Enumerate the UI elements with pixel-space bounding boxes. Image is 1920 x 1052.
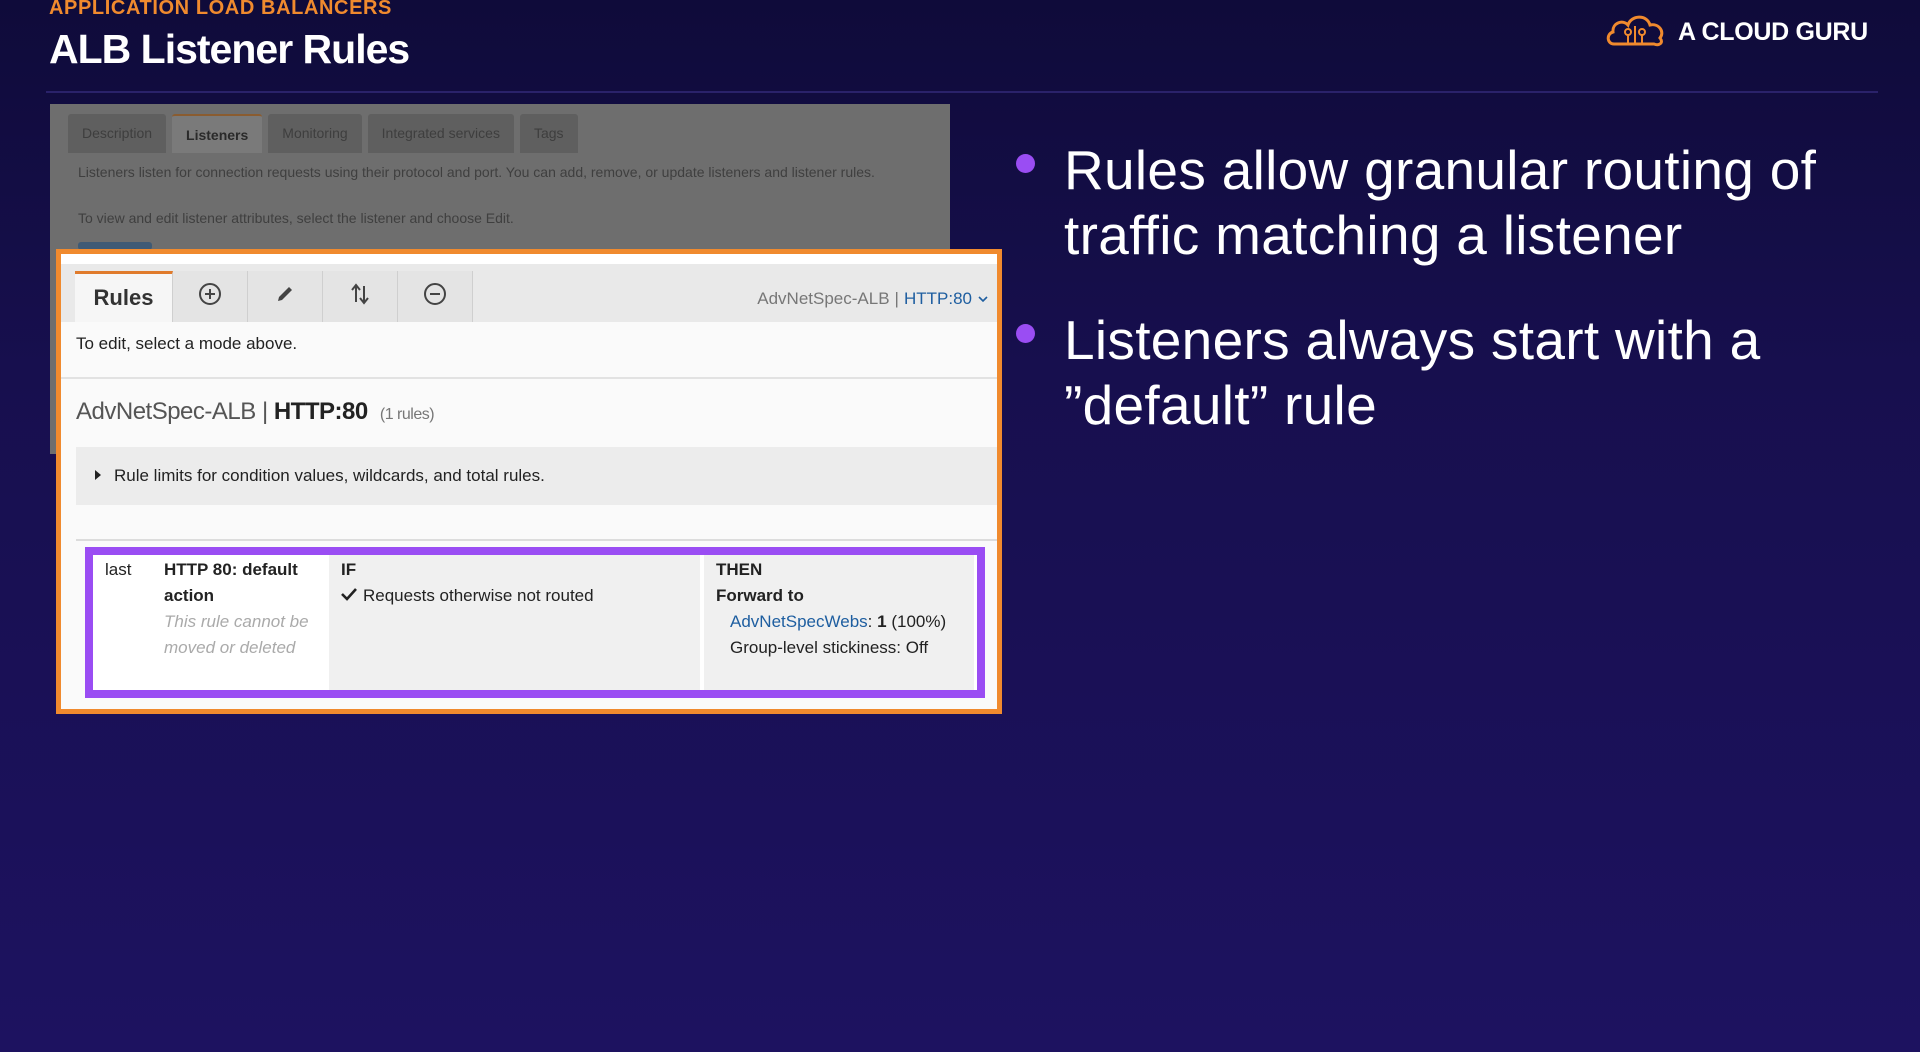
- bullet-text: Rules allow granular routing of traffic …: [1064, 139, 1817, 266]
- rules-toolbar: Rules AdvNetSpec-ALB | HTTP:80: [61, 254, 997, 322]
- tab-rules[interactable]: Rules: [75, 271, 173, 322]
- reorder-arrows-icon: [349, 282, 371, 311]
- bullet-text: Listeners always start with a ”default” …: [1064, 309, 1761, 436]
- listeners-edit-hint: To view and edit listener attributes, se…: [78, 210, 514, 226]
- target-group-link[interactable]: AdvNetSpecWebs: [730, 612, 868, 631]
- rule-conditions-cell: IF Requests otherwise not routed: [329, 555, 700, 690]
- tab-integrated-services[interactable]: Integrated services: [367, 114, 514, 153]
- forward-target: AdvNetSpecWebs: 1 (100%): [730, 609, 946, 635]
- condition-text: Requests otherwise not routed: [363, 586, 594, 605]
- rule-limits-label: Rule limits for condition values, wildca…: [114, 466, 545, 485]
- tab-tags[interactable]: Tags: [519, 114, 578, 153]
- heading-listener: HTTP:80: [273, 398, 368, 425]
- rule-info-cell: last HTTP 80: default action This rule c…: [93, 555, 325, 690]
- toolbar-divider: [61, 377, 997, 379]
- rule-actions-cell: THEN Forward to AdvNetSpecWebs: 1 (100%)…: [704, 555, 974, 690]
- then-label: THEN: [716, 560, 763, 579]
- listeners-description: Listeners listen for connection requests…: [78, 164, 875, 180]
- header-divider: [46, 91, 1878, 93]
- pencil-icon: [274, 283, 296, 310]
- minus-circle-icon: [423, 282, 447, 311]
- stickiness-status: Group-level stickiness: Off: [730, 638, 929, 657]
- rule-condition: Requests otherwise not routed: [341, 583, 594, 609]
- bullet-dot: [1016, 324, 1035, 343]
- rule-limits-expander[interactable]: Rule limits for condition values, wildca…: [76, 447, 997, 505]
- add-rule-button[interactable]: [173, 271, 248, 322]
- chevron-down-icon: [977, 289, 989, 309]
- tab-description[interactable]: Description: [68, 114, 167, 153]
- console-tabs: Description Listeners Monitoring Integra…: [50, 104, 950, 153]
- rule-note: This rule cannot be moved or deleted: [164, 612, 309, 657]
- brand-name: A CLOUD GURU: [1678, 18, 1868, 46]
- selector-lb-name: AdvNetSpec-ALB: [757, 289, 890, 308]
- eyebrow-label: APPLICATION LOAD BALANCERS: [49, 0, 393, 19]
- forward-to-label: Forward to: [716, 586, 804, 605]
- rule-count: (1 rules): [379, 406, 435, 423]
- heading-separator: |: [261, 398, 268, 425]
- selector-separator: |: [894, 289, 899, 308]
- listener-selector[interactable]: AdvNetSpec-ALB | HTTP:80: [757, 289, 989, 309]
- if-label: IF: [341, 560, 357, 579]
- bullet-item: Rules allow granular routing of traffic …: [1013, 138, 1893, 268]
- rule-priority: last: [105, 560, 132, 579]
- tab-monitoring[interactable]: Monitoring: [268, 114, 362, 153]
- checkmark-icon: [341, 583, 357, 609]
- brand-logo: A CLOUD GURU: [1604, 10, 1868, 55]
- default-rule-row: last HTTP 80: default action This rule c…: [85, 547, 985, 698]
- delete-rules-button[interactable]: [398, 271, 473, 322]
- bullet-dot: [1016, 154, 1035, 173]
- target-weight-percent: (100%): [891, 612, 947, 631]
- rule-name: HTTP 80: default action: [164, 560, 298, 605]
- edit-mode-hint: To edit, select a mode above.: [76, 334, 298, 353]
- edit-rules-button[interactable]: [248, 271, 323, 322]
- rules-editor-panel: Rules AdvNetSpec-ALB | HTTP:80 To edit, …: [56, 249, 1002, 714]
- target-weight: 1: [877, 612, 887, 631]
- target-separator: :: [867, 612, 873, 631]
- plus-circle-icon: [198, 282, 222, 311]
- slide-title: ALB Listener Rules: [49, 26, 410, 72]
- rules-divider: [76, 539, 997, 541]
- tab-listeners[interactable]: Listeners: [172, 114, 263, 153]
- caret-right-icon: [94, 466, 102, 486]
- heading-lb-name: AdvNetSpec-ALB: [76, 398, 256, 425]
- cloud-logo-icon: [1604, 10, 1668, 55]
- selector-listener: HTTP:80: [903, 289, 972, 308]
- listener-heading: AdvNetSpec-ALB | HTTP:80 (1 rules): [76, 398, 435, 426]
- reorder-rules-button[interactable]: [323, 271, 398, 322]
- bullet-list: Rules allow granular routing of traffic …: [1013, 138, 1893, 478]
- bullet-item: Listeners always start with a ”default” …: [1013, 308, 1893, 438]
